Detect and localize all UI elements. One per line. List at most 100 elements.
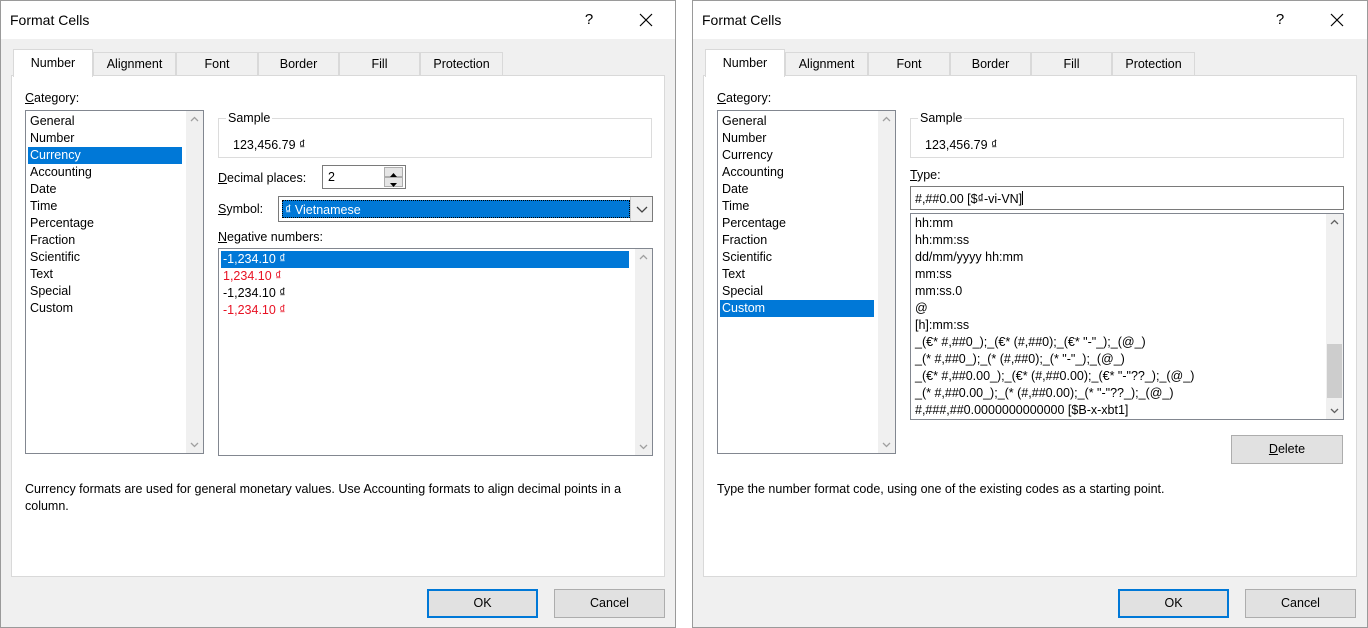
format-code-item[interactable]: @ xyxy=(913,300,1323,317)
category-list[interactable]: General Number Currency Accounting Date Time P… xyxy=(25,110,204,454)
category-item[interactable]: Percentage xyxy=(720,215,874,232)
tab-border[interactable]: Border xyxy=(950,52,1031,76)
decimal-places-stepper[interactable]: 2 xyxy=(322,165,406,189)
sample-label: Sample xyxy=(226,111,273,125)
category-item[interactable]: Number xyxy=(28,130,182,147)
tab-fill[interactable]: Fill xyxy=(1031,52,1112,76)
close-button[interactable] xyxy=(1319,6,1355,34)
category-item[interactable]: Scientific xyxy=(28,249,182,266)
category-item[interactable]: Percentage xyxy=(28,215,182,232)
tab-font[interactable]: Font xyxy=(868,52,950,76)
category-label-rest: ategory: xyxy=(34,91,80,105)
format-code-item[interactable]: mm:ss xyxy=(913,266,1323,283)
spin-up-icon[interactable] xyxy=(384,167,403,177)
delete-button[interactable]: Delete xyxy=(1231,435,1343,464)
tab-alignment[interactable]: Alignment xyxy=(785,52,868,76)
category-item[interactable]: Special xyxy=(28,283,182,300)
negative-format-item[interactable]: -1,234.10 ₫ xyxy=(221,302,629,319)
chevron-down-icon[interactable] xyxy=(878,436,895,453)
chevron-down-icon[interactable] xyxy=(1326,402,1343,419)
sample-group: Sample 123,456.79 ₫ xyxy=(910,111,1344,158)
tab-border[interactable]: Border xyxy=(258,52,339,76)
title-bar: Format Cells ? xyxy=(693,1,1367,39)
category-scrollbar[interactable] xyxy=(878,111,895,453)
category-item[interactable]: General xyxy=(28,113,182,130)
format-code-item[interactable]: dd/mm/yyyy hh:mm xyxy=(913,249,1323,266)
tab-number[interactable]: Number xyxy=(13,49,93,77)
format-description: Type the number format code, using one o… xyxy=(717,482,1165,496)
format-code-item[interactable]: #,###,##0.0000000000000 [$B-x-xbt1] xyxy=(913,402,1323,419)
category-item[interactable]: General xyxy=(720,113,874,130)
format-code-item[interactable]: mm:ss.0 xyxy=(913,283,1323,300)
symbol-dropdown[interactable]: ₫ Vietnamese xyxy=(278,196,653,222)
negative-format-item[interactable]: -1,234.10 ₫ xyxy=(221,285,629,302)
tab-font[interactable]: Font xyxy=(176,52,258,76)
category-item[interactable]: Currency xyxy=(28,147,182,164)
chevron-down-icon[interactable] xyxy=(635,438,652,455)
scroll-thumb[interactable] xyxy=(1327,344,1342,398)
negative-numbers-label: Negative numbers: xyxy=(218,230,323,244)
format-code-item[interactable]: _(* #,##0.00_);_(* (#,##0.00);_(* "-"??_… xyxy=(913,385,1323,402)
negative-format-item[interactable]: -1,234.10 ₫ xyxy=(221,251,629,268)
format-code-item[interactable]: _(€* #,##0_);_(€* (#,##0);_(€* "-"_);_(@… xyxy=(913,334,1323,351)
chevron-up-icon[interactable] xyxy=(635,249,652,266)
tab-protection[interactable]: Protection xyxy=(1112,52,1195,76)
cancel-button[interactable]: Cancel xyxy=(1245,589,1356,618)
category-item[interactable]: Time xyxy=(28,198,182,215)
tab-fill[interactable]: Fill xyxy=(339,52,420,76)
category-item[interactable]: Date xyxy=(720,181,874,198)
category-item[interactable]: Time xyxy=(720,198,874,215)
divider-gap xyxy=(676,0,692,628)
category-item[interactable]: Custom xyxy=(28,300,182,317)
dialog-title: Format Cells xyxy=(702,12,782,28)
format-code-item[interactable]: hh:mm xyxy=(913,215,1323,232)
chevron-down-icon[interactable] xyxy=(630,197,652,221)
category-item[interactable]: Accounting xyxy=(28,164,182,181)
format-description: Currency formats are used for general mo… xyxy=(25,482,622,513)
close-button[interactable] xyxy=(628,6,664,34)
format-code-item[interactable]: _(€* #,##0.00_);_(€* (#,##0.00);_(€* "-"… xyxy=(913,368,1323,385)
decimal-places-label: Decimal places: xyxy=(218,171,307,185)
type-input[interactable]: #,##0.00 [$₫-vi-VN] xyxy=(910,186,1344,210)
category-item[interactable]: Custom xyxy=(720,300,874,317)
category-item[interactable]: Scientific xyxy=(720,249,874,266)
tab-number[interactable]: Number xyxy=(705,49,785,77)
help-button[interactable]: ? xyxy=(1262,8,1298,32)
decimal-places-value[interactable]: 2 xyxy=(328,170,335,184)
format-cells-dialog-currency: Format Cells ? Number Alignment Font Bor… xyxy=(0,0,676,628)
format-code-item[interactable]: hh:mm:ss xyxy=(913,232,1323,249)
category-list[interactable]: General Number Currency Accounting Date Time P… xyxy=(717,110,896,454)
sample-group: Sample 123,456.79 ₫ xyxy=(218,111,652,158)
format-code-item[interactable]: _(* #,##0_);_(* (#,##0);_(* "-"_);_(@_) xyxy=(913,351,1323,368)
format-codes-list[interactable]: hh:mm hh:mm:ss dd/mm/yyyy hh:mm mm:ss mm:ss.… xyxy=(910,213,1344,420)
category-item[interactable]: Number xyxy=(720,130,874,147)
tab-alignment[interactable]: Alignment xyxy=(93,52,176,76)
category-item[interactable]: Text xyxy=(28,266,182,283)
category-item[interactable]: Text xyxy=(720,266,874,283)
negative-scrollbar[interactable] xyxy=(635,249,652,455)
ok-button[interactable]: OK xyxy=(427,589,538,618)
tab-protection[interactable]: Protection xyxy=(420,52,503,76)
format-code-item[interactable]: [h]:mm:ss xyxy=(913,317,1323,334)
category-item[interactable]: Date xyxy=(28,181,182,198)
symbol-value[interactable]: ₫ Vietnamese xyxy=(282,200,630,218)
chevron-up-icon[interactable] xyxy=(1326,214,1343,231)
help-button[interactable]: ? xyxy=(571,8,607,32)
category-item[interactable]: Currency xyxy=(720,147,874,164)
spin-down-icon[interactable] xyxy=(384,177,403,187)
chevron-down-icon[interactable] xyxy=(186,436,203,453)
type-label: Type: xyxy=(910,168,941,182)
category-item[interactable]: Accounting xyxy=(720,164,874,181)
format-codes-scrollbar[interactable] xyxy=(1326,214,1343,419)
ok-button[interactable]: OK xyxy=(1118,589,1229,618)
negative-numbers-list[interactable]: -1,234.10 ₫ 1,234.10 ₫ -1,234.10 ₫ -1,234.1… xyxy=(218,248,653,456)
category-scrollbar[interactable] xyxy=(186,111,203,453)
category-item[interactable]: Special xyxy=(720,283,874,300)
chevron-up-icon[interactable] xyxy=(878,111,895,128)
category-item[interactable]: Fraction xyxy=(28,232,182,249)
cancel-button[interactable]: Cancel xyxy=(554,589,665,618)
type-input-value[interactable]: #,##0.00 [$₫-vi-VN] xyxy=(915,191,1024,206)
chevron-up-icon[interactable] xyxy=(186,111,203,128)
negative-format-item[interactable]: 1,234.10 ₫ xyxy=(221,268,629,285)
category-item[interactable]: Fraction xyxy=(720,232,874,249)
